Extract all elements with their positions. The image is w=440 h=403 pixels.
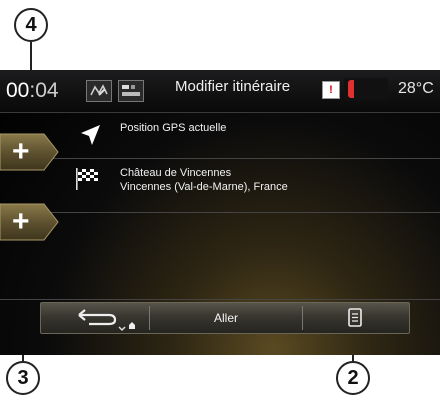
callout-4: 4 [14, 8, 48, 42]
route-empty-area [0, 213, 440, 300]
clock-hours: 00 [6, 79, 30, 102]
go-button-label: Aller [213, 311, 238, 325]
route-item-origin[interactable]: Position GPS actuelle [0, 113, 440, 159]
temperature: 28°C [398, 80, 434, 97]
page-title: Modifier itinéraire [175, 78, 291, 95]
back-home-button[interactable] [41, 303, 149, 333]
destination-label: Château de Vincennes Vincennes (Val-de-M… [120, 166, 288, 194]
clock: 00:04 [6, 79, 59, 103]
traffic-map-icon[interactable] [86, 80, 112, 102]
destination-name: Château de Vincennes [120, 167, 232, 179]
callout-3: 3 [6, 361, 40, 395]
callout-2: 2 [336, 361, 370, 395]
bottom-action-bar: Aller [40, 302, 410, 334]
phone-icon[interactable] [344, 78, 388, 100]
navigation-screen: 00:04 Modifier itinéraire ! 28°C Positio… [0, 70, 440, 355]
add-waypoint-before-button[interactable]: + [0, 132, 60, 172]
checkered-flag-icon [74, 167, 102, 196]
media-source-icon[interactable] [118, 80, 144, 102]
status-bar: 00:04 Modifier itinéraire ! 28°C [0, 70, 440, 113]
manual-page: 4 3 2 00:04 Modifier itinéraire ! 28°C P… [0, 0, 440, 403]
alert-icon[interactable]: ! [322, 81, 340, 99]
plus-icon: + [12, 135, 30, 168]
destination-address: Vincennes (Val-de-Marne), France [120, 181, 288, 193]
add-waypoint-after-button[interactable]: + [0, 202, 60, 242]
plus-icon: + [12, 205, 30, 238]
go-button[interactable]: Aller [150, 303, 302, 333]
route-item-destination[interactable]: Château de Vincennes Vincennes (Val-de-M… [0, 159, 440, 213]
navigation-arrow-icon [78, 123, 102, 152]
list-menu-button[interactable] [303, 303, 409, 333]
clock-minutes: :04 [29, 79, 59, 102]
list-icon [348, 308, 362, 327]
origin-label: Position GPS actuelle [120, 122, 227, 134]
